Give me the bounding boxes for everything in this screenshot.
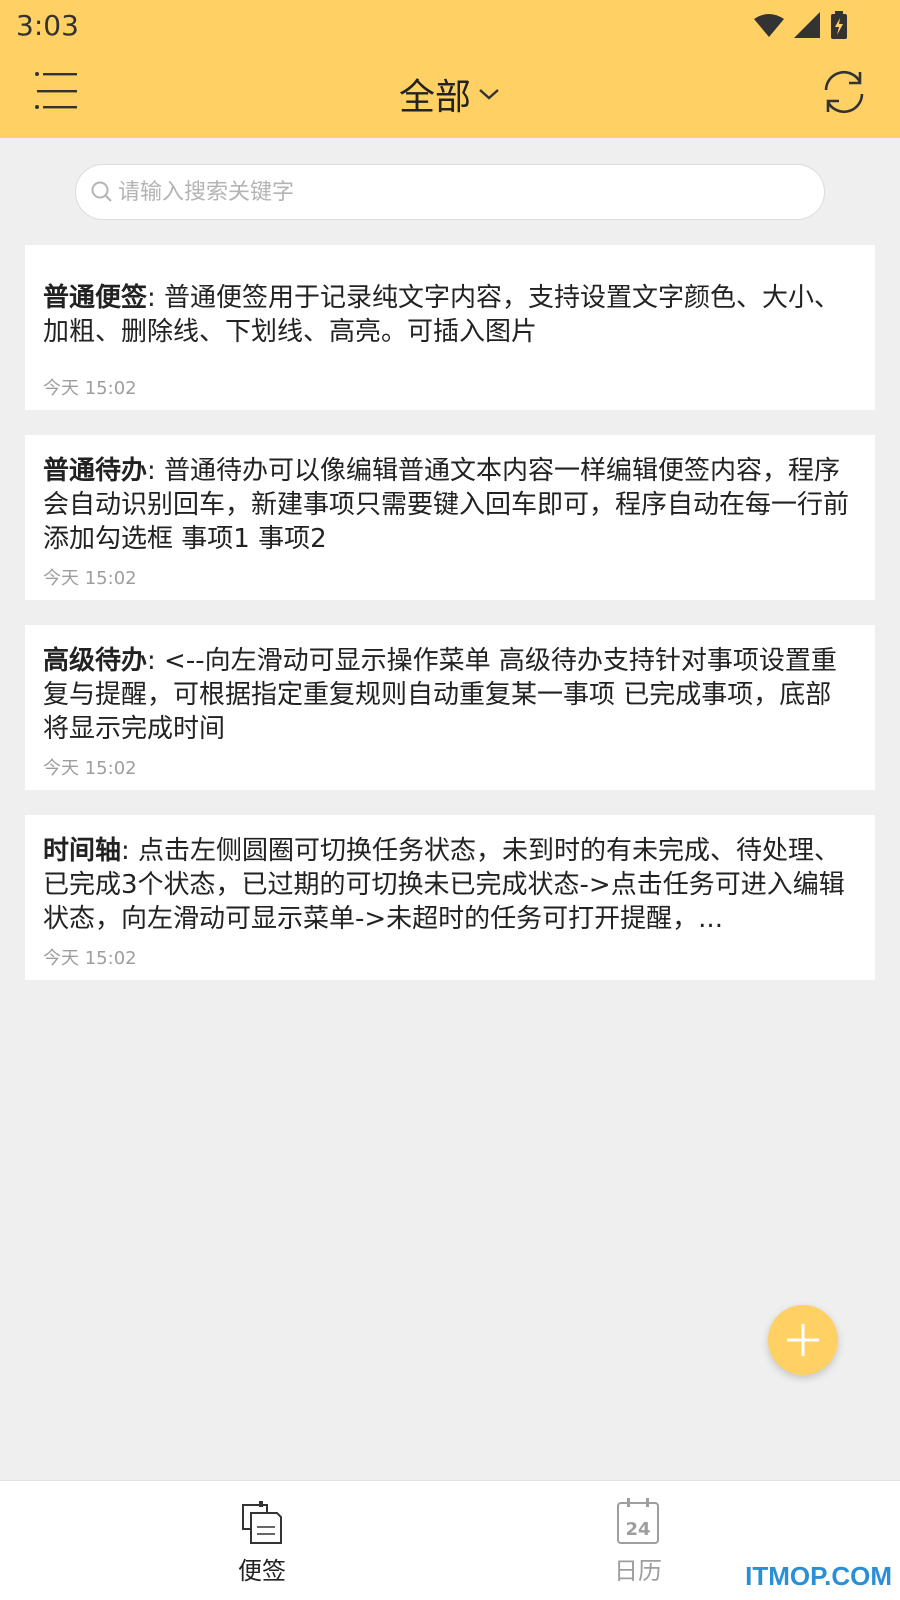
note-timestamp: 今天 15:02 [43,378,137,399]
note-type: 普通待办 [43,456,148,486]
sync-button[interactable] [818,66,870,118]
status-time: 3:03 [16,8,79,42]
note-card[interactable]: 普通便签: 普通便签用于记录纯文字内容，支持设置文字颜色、大小、加粗、删除线、下… [25,245,875,410]
note-text: 普通待办可以像编辑普通文本内容一样编辑便签内容，程序会自动识别回车，新建事项只需… [43,456,850,554]
page-title: 全部 [398,77,471,118]
note-timestamp: 今天 15:02 [43,948,137,969]
status-icons [754,11,884,39]
battery-charging-icon [831,11,847,39]
calendar-day: 24 [625,1519,650,1540]
note-text: 点击左侧圆圈可切换任务状态，未到时的有未完成、待处理、已完成3个状态，已过期的可… [43,836,845,934]
note-card[interactable]: 高级待办: <--向左滑动可显示操作菜单 高级待办支持针对事项设置重复与提醒，可… [25,625,875,790]
signal-icon [794,12,820,38]
nav-item-calendar[interactable]: 24 日历 [578,1497,698,1586]
note-content: 普通便签: 普通便签用于记录纯文字内容，支持设置文字颜色、大小、加粗、删除线、下… [43,283,841,347]
note-type: 高级待办 [43,646,148,676]
search-input[interactable] [118,179,824,205]
add-note-button[interactable] [768,1305,838,1375]
note-timestamp: 今天 15:02 [43,568,137,589]
menu-icon [35,72,77,109]
note-content: 时间轴: 点击左侧圆圈可切换任务状态，未到时的有未完成、待处理、已完成3个状态，… [43,836,845,934]
status-bar: 3:03 [0,0,900,50]
wifi-icon [754,14,784,37]
note-type: 普通便签 [43,283,148,313]
sync-icon [824,70,864,114]
note-type: 时间轴 [43,836,122,866]
search-bar[interactable] [75,164,825,220]
category-selector[interactable]: 全部 [399,68,501,120]
note-content: 普通待办: 普通待办可以像编辑普通文本内容一样编辑便签内容，程序会自动识别回车，… [43,456,850,554]
nav-label: 日历 [614,1557,662,1585]
watermark: ITMOP.COM [745,1561,892,1591]
note-timestamp: 今天 15:02 [43,758,137,779]
menu-button[interactable] [34,68,80,114]
note-card[interactable]: 普通待办: 普通待办可以像编辑普通文本内容一样编辑便签内容，程序会自动识别回车，… [25,435,875,600]
bottom-nav: 便签 24 日历 ITMOP.COM [0,1480,900,1600]
nav-label: 便签 [238,1557,286,1585]
app-bar: 全部 [0,50,900,138]
calendar-icon: 24 [617,1498,659,1544]
nav-item-notes[interactable]: 便签 [202,1497,322,1586]
note-content: 高级待办: <--向左滑动可显示操作菜单 高级待办支持针对事项设置重复与提醒，可… [43,646,837,744]
note-card[interactable]: 时间轴: 点击左侧圆圈可切换任务状态，未到时的有未完成、待处理、已完成3个状态，… [25,815,875,980]
chevron-down-icon [479,89,499,100]
search-icon [91,181,112,202]
plus-icon [787,1324,819,1356]
notes-icon [242,1501,282,1544]
